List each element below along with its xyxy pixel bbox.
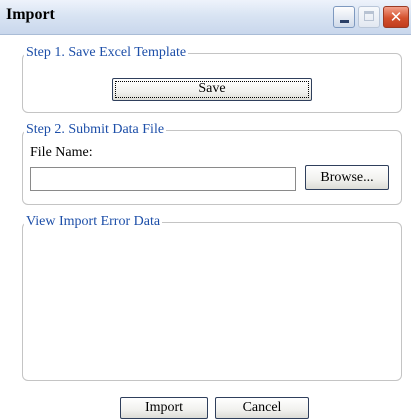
cancel-button[interactable]: Cancel bbox=[215, 397, 309, 419]
import-dialog: Import ✕ Step 1. Save Excel Template Sav… bbox=[0, 0, 411, 419]
close-button[interactable]: ✕ bbox=[383, 6, 409, 28]
title-bar[interactable]: Import ✕ bbox=[0, 0, 411, 35]
save-button[interactable]: Save bbox=[112, 78, 312, 101]
step2-legend: Step 2. Submit Data File bbox=[26, 122, 165, 137]
error-data-legend: View Import Error Data bbox=[26, 214, 161, 229]
error-data-area bbox=[30, 238, 394, 374]
minimize-icon bbox=[340, 20, 349, 23]
window-title: Import bbox=[6, 6, 55, 23]
maximize-icon bbox=[364, 11, 374, 21]
file-name-input[interactable] bbox=[30, 167, 296, 191]
import-button[interactable]: Import bbox=[120, 397, 208, 419]
step2-group: Step 2. Submit Data File bbox=[22, 122, 402, 205]
maximize-button bbox=[358, 6, 380, 28]
file-name-label: File Name: bbox=[30, 145, 93, 160]
minimize-button[interactable] bbox=[333, 6, 355, 28]
close-icon: ✕ bbox=[389, 8, 403, 26]
step1-legend: Step 1. Save Excel Template bbox=[26, 45, 187, 60]
browse-button[interactable]: Browse... bbox=[305, 165, 389, 190]
